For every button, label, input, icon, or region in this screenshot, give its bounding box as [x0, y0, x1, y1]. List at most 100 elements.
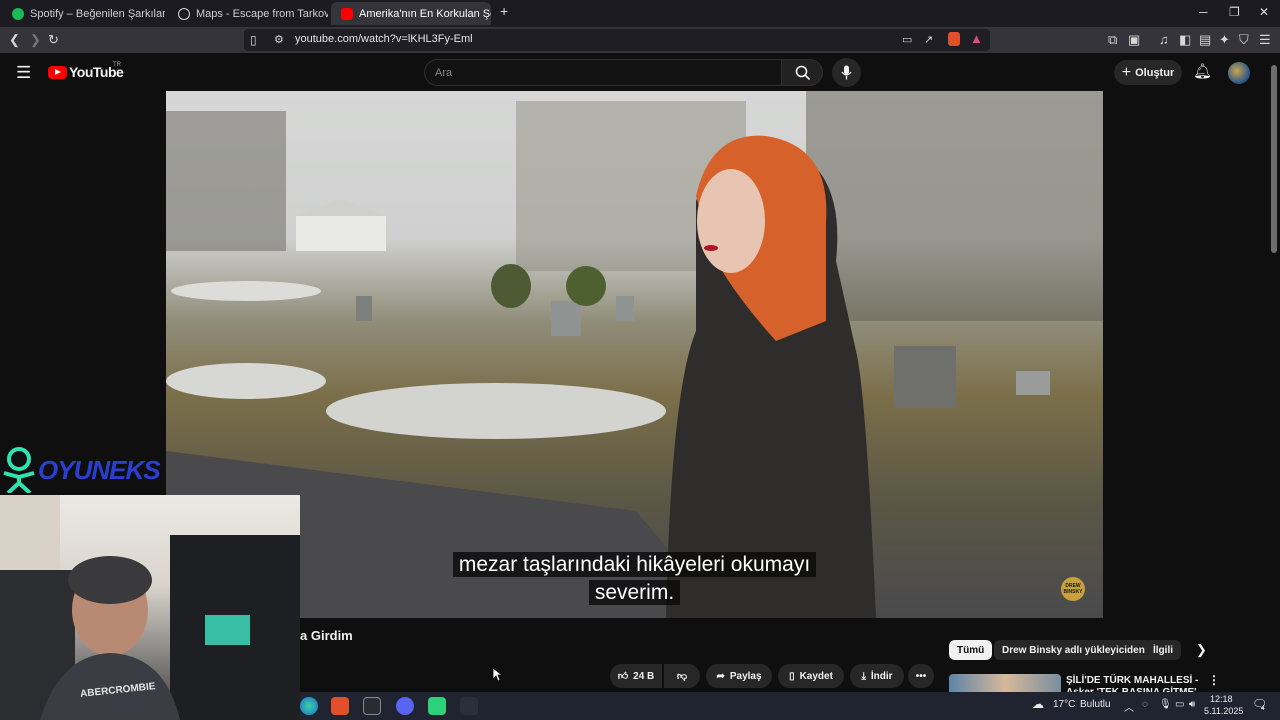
avatar[interactable]	[1228, 62, 1250, 84]
more-horizontal-icon: •••	[915, 670, 927, 682]
extensions-icon[interactable]: ⧉	[1108, 31, 1117, 49]
weather-label[interactable]: Bulutlu	[1080, 699, 1111, 710]
share-button[interactable]: ➦ Paylaş	[706, 664, 772, 688]
microphone-tray-icon[interactable]: 🎙︎	[1159, 699, 1172, 710]
os-taskbar: ☁ 17°C Bulutlu ︿ ◌ 🎙︎ ▭ 🔊︎ 12:18 5.11.20…	[300, 692, 1280, 720]
search-input[interactable]: Ara	[424, 59, 781, 86]
volume-icon[interactable]: 🔊︎	[1189, 699, 1195, 710]
subtitle-line-1: mezar taşlarındaki hikâyeleri okumayı	[452, 552, 817, 577]
page-scrollbar[interactable]	[1268, 53, 1280, 692]
like-count: 24 B	[633, 670, 655, 682]
hamburger-menu-icon[interactable]: ☰	[16, 63, 31, 83]
youtube-header: ☰ YouTube TR Ara + Oluştur 🔔︎	[0, 53, 1280, 91]
back-icon[interactable]: ❮	[9, 31, 20, 49]
youtube-icon	[341, 7, 353, 20]
download-label: İndir	[870, 670, 893, 682]
video-subtitle: mezar taşlarındaki hikâyeleri okumayı se…	[166, 551, 1103, 607]
notifications-bell-icon[interactable]: 🔔︎	[1193, 62, 1212, 80]
app-switcher-icon[interactable]	[363, 697, 381, 715]
share-icon[interactable]: ↗	[924, 31, 933, 49]
tab-spotify[interactable]: Spotify – Beğenilen Şarkılar	[2, 2, 165, 25]
scrollbar-thumb[interactable]	[1271, 65, 1277, 253]
tab-label: Amerika'nın En Korkulan Şey...	[359, 7, 491, 20]
bookmark-icon[interactable]: ▯	[250, 31, 257, 49]
video-player[interactable]: mezar taşlarındaki hikâyeleri okumayı se…	[166, 91, 1103, 618]
share-label: Paylaş	[729, 670, 762, 682]
chip-related[interactable]: İlgili	[1145, 640, 1181, 660]
notification-count: 4	[1261, 705, 1265, 712]
search-button[interactable]	[781, 59, 823, 86]
save-button[interactable]: ▯ Kaydet	[778, 664, 844, 688]
ai-icon[interactable]: ✦	[1219, 31, 1230, 49]
minimize-icon[interactable]: ─	[1199, 5, 1208, 19]
browser-toolbar: ❮ ❯ ↻ ▯ ⚙ youtube.com/watch?v=lKHL3Fy-Em…	[0, 27, 1280, 53]
restore-icon[interactable]: ❐	[1229, 5, 1240, 19]
recommended-menu-icon[interactable]: ⋮	[1208, 673, 1220, 687]
clock-time[interactable]: 12:18	[1210, 694, 1233, 704]
chips-next-icon[interactable]: ❯	[1196, 642, 1207, 658]
video-details: a Girdim 👍︎ 24 B 👎︎ ➦ Paylaş ▯ Kaydet ⤓ …	[300, 618, 1280, 698]
discord-icon[interactable]	[396, 697, 414, 715]
recommended-title-line-1: ŞİLİ'DE TÜRK MAHALLESİ -	[1066, 675, 1199, 686]
site-settings-icon[interactable]: ⚙	[274, 31, 284, 49]
tab-label: Spotify – Beğenilen Şarkılar	[30, 7, 165, 20]
recommended-thumbnail[interactable]	[949, 674, 1061, 692]
tray-app-icon[interactable]: ◌	[1142, 699, 1148, 710]
brand-text: OYUNEKS	[38, 455, 161, 485]
thumbs-up-icon: 👍︎	[617, 671, 629, 682]
download-button[interactable]: ⤓ İndir	[850, 664, 904, 688]
like-button[interactable]: 👍︎ 24 B	[610, 664, 662, 688]
webcam-overlay: ABERCROMBIE	[0, 495, 300, 720]
brave-shield-icon[interactable]	[948, 32, 960, 46]
browser-tab-strip: Spotify – Beğenilen Şarkılar Maps - Esca…	[0, 0, 1280, 27]
reload-icon[interactable]: ↻	[48, 31, 59, 49]
thumbs-down-icon: 👎︎	[676, 671, 688, 682]
chat-app-icon[interactable]	[428, 697, 446, 715]
obs-icon[interactable]	[460, 697, 478, 715]
search-placeholder: Ara	[435, 67, 453, 79]
weather-cloud-icon: ☁	[1032, 697, 1044, 711]
vpn-icon[interactable]: ⛉	[1239, 31, 1249, 49]
clock-date[interactable]: 5.11.2025	[1204, 706, 1243, 716]
subtitle-line-2: severim.	[588, 580, 681, 605]
dislike-button[interactable]: 👎︎	[664, 664, 700, 688]
tab-tarkov-maps[interactable]: Maps - Escape from Tarkov - Tarkov...	[168, 2, 328, 25]
url-text[interactable]: youtube.com/watch?v=lKHL3Fy-Eml	[295, 33, 473, 45]
weather-temp[interactable]: 17°C	[1053, 699, 1075, 710]
channel-watermark[interactable]: DREW BINSKY	[1061, 577, 1085, 601]
tab-youtube-video[interactable]: Amerika'nın En Korkulan Şey... ✕	[331, 2, 491, 25]
address-bar[interactable]: ▯ ⚙ youtube.com/watch?v=lKHL3Fy-Eml ▭ ↗ …	[244, 29, 990, 51]
download-icon: ⤓	[861, 670, 866, 682]
screenshot-icon[interactable]: ▣	[1128, 31, 1140, 49]
more-actions-button[interactable]: •••	[908, 664, 934, 688]
rewards-icon[interactable]: ▲	[970, 30, 983, 48]
voice-search-button[interactable]	[832, 58, 861, 87]
music-icon[interactable]: ♫	[1159, 31, 1169, 49]
wallet-icon[interactable]: ▤	[1199, 31, 1211, 49]
tab-label: Maps - Escape from Tarkov - Tarkov...	[196, 7, 328, 20]
create-button[interactable]: + Oluştur	[1114, 60, 1182, 85]
mouse-cursor-icon	[493, 668, 503, 682]
new-tab-button[interactable]: +	[500, 3, 508, 19]
menu-icon[interactable]: ☰	[1259, 31, 1271, 49]
brave-browser-icon[interactable]	[331, 697, 349, 715]
streamer-brand: OYUNEKS	[0, 445, 166, 495]
region-code: TR	[113, 62, 121, 68]
brand-mascot-icon	[3, 447, 35, 493]
chip-all[interactable]: Tümü	[949, 640, 993, 660]
network-icon[interactable]: ▭	[1175, 699, 1184, 710]
create-label: Oluştur	[1135, 66, 1175, 79]
close-window-icon[interactable]: ✕	[1259, 5, 1269, 19]
edge-browser-icon[interactable]	[300, 697, 318, 715]
share-arrow-icon: ➦	[716, 670, 725, 682]
sidebar-icon[interactable]: ◧	[1179, 31, 1191, 49]
chip-from-uploader[interactable]: Drew Binsky adlı yükleyiciden	[994, 640, 1153, 660]
save-label: Kaydet	[799, 670, 833, 682]
forward-icon[interactable]: ❯	[30, 31, 41, 49]
youtube-logo-icon[interactable]	[48, 66, 67, 79]
search-icon	[795, 65, 811, 81]
spotify-icon	[12, 7, 24, 20]
video-title: a Girdim	[300, 628, 353, 643]
tray-expand-icon[interactable]: ︿	[1124, 699, 1134, 714]
cast-icon[interactable]: ▭	[902, 31, 912, 49]
